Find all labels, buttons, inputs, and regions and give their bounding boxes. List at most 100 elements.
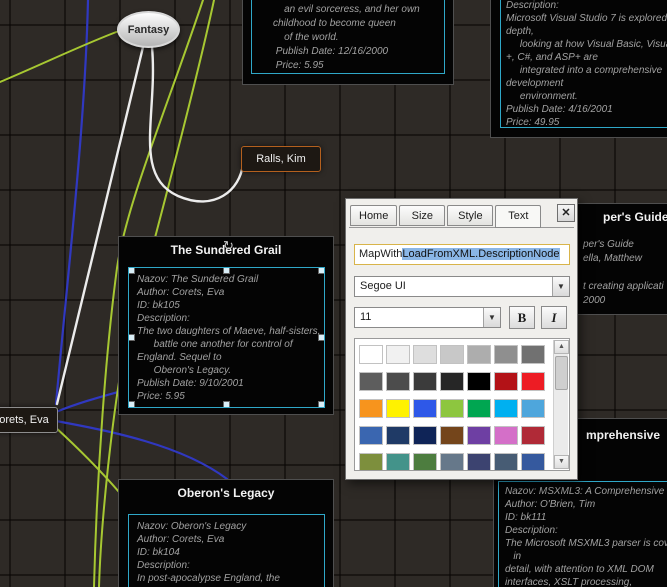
tab-style[interactable]: Style	[447, 205, 494, 226]
text-line: development	[506, 78, 564, 89]
color-swatch[interactable]	[386, 372, 410, 391]
rotate-handle-icon[interactable]: ↻	[223, 239, 234, 252]
text-line: interfaces, XSLT processing,	[505, 577, 633, 587]
selection-handle[interactable]	[222, 401, 230, 407]
color-swatch[interactable]	[440, 399, 464, 418]
color-swatch[interactable]	[413, 426, 437, 445]
node-visual-studio-partial[interactable]: Description: Microsoft Visual Studio 7 is…	[490, 0, 667, 138]
color-swatch[interactable]	[521, 399, 545, 418]
color-swatch[interactable]	[494, 399, 518, 418]
node-midnight-rain-partial[interactable]: an evil sorceress, and her own childhood …	[242, 0, 454, 85]
text-line: Nazov: The Sundered Grail	[137, 274, 259, 285]
color-swatch[interactable]	[494, 372, 518, 391]
text-line: environment.	[506, 91, 578, 102]
scrollbar-thumb[interactable]	[555, 356, 568, 390]
color-swatch[interactable]	[413, 372, 437, 391]
selection-handle[interactable]	[129, 268, 135, 274]
scroll-down-icon[interactable]: ▼	[554, 455, 569, 469]
selection-handle[interactable]	[129, 401, 135, 407]
color-swatch[interactable]	[467, 345, 491, 364]
node-corets-eva[interactable]: Corets, Eva	[0, 407, 58, 433]
color-swatch[interactable]	[521, 426, 545, 445]
node-msxml-title: mprehensive	[586, 428, 661, 442]
text-line: ID: bk111	[505, 512, 547, 523]
settings-pane: Home Size Style Text ✕ MapWithLoadFromXML.D…	[345, 198, 578, 480]
text-line: 2000	[583, 295, 606, 306]
text-line: England. Sequel to	[137, 352, 222, 363]
selection-handle[interactable]	[318, 333, 324, 341]
node-ralls-kim[interactable]: Ralls, Kim	[241, 146, 321, 172]
color-swatch[interactable]	[413, 345, 437, 364]
chevron-down-icon[interactable]: ▼	[552, 277, 569, 296]
node-msxml-body: Nazov: MSXML3: A Comprehensive G Author: …	[498, 481, 667, 587]
text-line: Oberon's Legacy.	[137, 365, 231, 376]
tab-size[interactable]: Size	[399, 205, 446, 226]
color-swatch[interactable]	[359, 345, 383, 364]
scroll-up-icon[interactable]: ▲	[554, 340, 569, 354]
text-line: integrated into a comprehensive	[506, 65, 663, 76]
color-swatch[interactable]	[413, 453, 437, 470]
color-swatch[interactable]	[467, 426, 491, 445]
node-fantasy-label: Fantasy	[127, 23, 170, 36]
node-oberons-legacy-title: Oberon's Legacy	[177, 486, 275, 500]
bold-button[interactable]: B	[509, 306, 535, 329]
chevron-down-icon[interactable]: ▼	[483, 308, 500, 327]
color-swatch[interactable]	[467, 372, 491, 391]
color-swatch[interactable]	[386, 453, 410, 470]
color-swatch[interactable]	[386, 399, 410, 418]
color-swatch[interactable]	[494, 426, 518, 445]
color-swatch[interactable]	[521, 453, 545, 470]
color-swatch[interactable]	[386, 426, 410, 445]
tab-text[interactable]: Text	[495, 205, 542, 228]
italic-button[interactable]: I	[541, 306, 567, 329]
font-size-select[interactable]: 11 ▼	[354, 307, 501, 328]
node-sundered-grail[interactable]: The Sundered Grail ↻ Nazov: The Sundered…	[118, 236, 334, 415]
color-swatch[interactable]	[440, 426, 464, 445]
close-icon: ✕	[561, 207, 571, 219]
color-swatch[interactable]	[359, 372, 383, 391]
selection-handle[interactable]	[129, 333, 135, 341]
diagram-canvas[interactable]: Fantasy Ralls, Kim Corets, Eva an evil s…	[0, 0, 667, 587]
color-swatch[interactable]	[359, 399, 383, 418]
close-button[interactable]: ✕	[557, 204, 575, 222]
text-line: Publish Date: 9/10/2001	[137, 378, 244, 389]
settings-tab-strip: Home Size Style Text	[350, 205, 542, 228]
color-swatch[interactable]	[359, 426, 383, 445]
color-swatch[interactable]	[467, 453, 491, 470]
font-family-select[interactable]: Segoe UI ▼	[354, 276, 570, 297]
node-xml-dev-guide-partial[interactable]: per's Guide per's Guide ella, Matthew t c…	[576, 203, 667, 315]
selection-handle[interactable]	[222, 268, 230, 274]
text-line: Nazov: MSXML3: A Comprehensive G	[505, 486, 667, 497]
color-swatch[interactable]	[440, 372, 464, 391]
color-swatch[interactable]	[494, 345, 518, 364]
selection-handle[interactable]	[318, 401, 324, 407]
text-line: battle one another for control of	[137, 339, 293, 350]
swatch-row	[359, 372, 545, 391]
text-line: Author: Corets, Eva	[137, 287, 225, 298]
node-fantasy[interactable]: Fantasy	[117, 11, 180, 48]
text-line: Author: O'Brien, Tim	[505, 499, 596, 510]
color-swatch[interactable]	[521, 345, 545, 364]
swatch-row	[359, 345, 545, 364]
text-line: The two daughters of Maeve, half-sisters…	[137, 326, 321, 337]
color-swatch[interactable]	[440, 453, 464, 470]
node-sundered-grail-body[interactable]: Nazov: The Sundered Grail Author: Corets,…	[128, 267, 325, 408]
tab-home[interactable]: Home	[350, 205, 398, 226]
color-swatch-grid	[359, 345, 545, 470]
color-swatch[interactable]	[413, 399, 437, 418]
text-line	[583, 266, 664, 280]
text-value-input[interactable]: MapWithLoadFromXML.DescriptionNode	[354, 244, 570, 265]
text-line: Price: 49.95	[506, 117, 560, 128]
color-swatch[interactable]	[521, 372, 545, 391]
node-oberons-legacy[interactable]: Oberon's Legacy Nazov: Oberon's Legacy Au…	[118, 479, 334, 587]
color-swatch[interactable]	[467, 399, 491, 418]
color-swatch[interactable]	[359, 453, 383, 470]
text-line: childhood to become queen	[273, 18, 396, 29]
color-swatch[interactable]	[440, 345, 464, 364]
node-body-text: an evil sorceress, and her own childhood …	[273, 3, 420, 73]
color-swatch[interactable]	[386, 345, 410, 364]
color-swatch[interactable]	[494, 453, 518, 470]
selection-handle[interactable]	[318, 268, 324, 274]
text-line: In post-apocalypse England, the	[137, 573, 280, 584]
palette-scrollbar[interactable]: ▲ ▼	[553, 340, 569, 469]
